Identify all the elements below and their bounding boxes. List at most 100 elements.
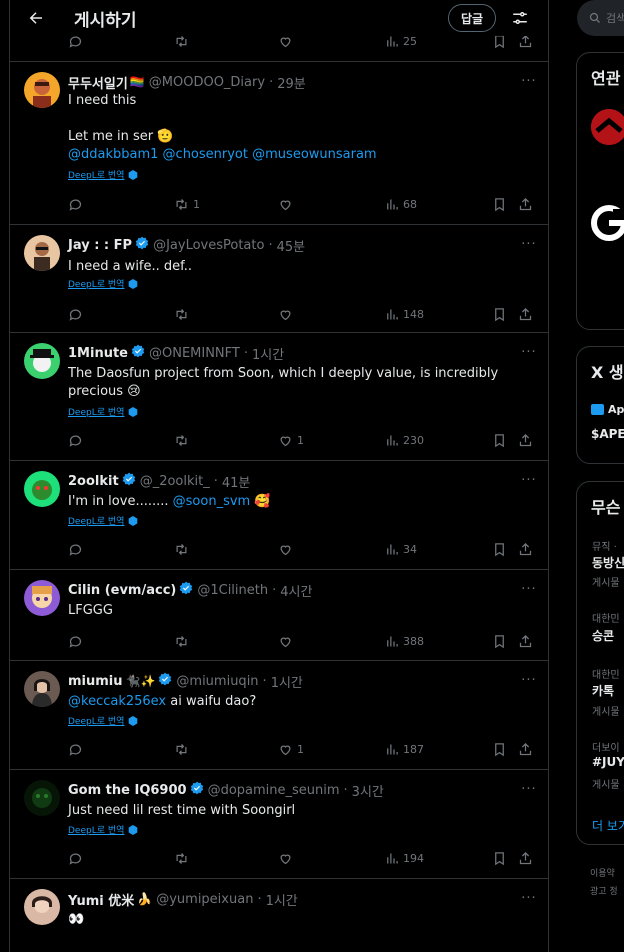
reply-icon[interactable] [68, 305, 83, 323]
more-options-icon[interactable]: ··· [520, 782, 538, 800]
share-icon[interactable] [518, 849, 533, 867]
x-item[interactable]: Ap [591, 403, 624, 416]
avatar[interactable] [24, 780, 60, 816]
share-icon[interactable] [518, 632, 533, 650]
more-options-icon[interactable]: ··· [520, 582, 538, 600]
like-icon[interactable] [278, 305, 293, 323]
footer-link[interactable]: 이용약 [590, 866, 615, 879]
display-name[interactable]: 2oolkit [68, 474, 119, 489]
translate-link[interactable]: DeepL로 번역 [68, 277, 138, 290]
timestamp[interactable]: 4시간 [280, 581, 312, 600]
translate-link[interactable]: DeepL로 번역 [68, 714, 138, 727]
handle[interactable]: @dopamine_seunim [208, 783, 340, 798]
reply-icon[interactable] [68, 632, 83, 650]
reply-icon[interactable] [68, 849, 83, 867]
tweet[interactable]: Yumi 优米 🍌 @yumipeixuan · 1시간 ··· 👀 [10, 879, 548, 952]
more-options-icon[interactable]: ··· [520, 237, 538, 255]
bookmark-icon[interactable] [492, 740, 507, 758]
translate-link[interactable]: DeepL로 번역 [68, 514, 138, 527]
more-options-icon[interactable]: ··· [520, 673, 538, 691]
more-options-icon[interactable]: ··· [520, 891, 538, 909]
views-stat[interactable]: 230 [384, 431, 424, 449]
views-stat[interactable]: 148 [384, 305, 424, 323]
search-input[interactable]: 검색 [577, 0, 624, 36]
timestamp[interactable]: 45분 [277, 236, 306, 255]
repost-icon[interactable] [174, 540, 189, 558]
like-button[interactable]: 1 [278, 431, 304, 449]
tweet[interactable]: Cilin (evm/acc) @1Cilineth · 4시간 ··· LFG… [10, 570, 548, 661]
translate-link[interactable]: DeepL로 번역 [68, 168, 138, 181]
x-item-ticker[interactable]: $APE [591, 427, 624, 441]
handle[interactable]: @miumiuqin [176, 674, 258, 689]
bookmark-icon[interactable] [492, 632, 507, 650]
repost-button[interactable]: 1 [174, 195, 200, 213]
timestamp[interactable]: 29분 [277, 73, 306, 92]
handle[interactable]: @ONEMINNFT [149, 346, 240, 361]
bookmark-icon[interactable] [492, 305, 507, 323]
timestamp[interactable]: 3시간 [352, 781, 384, 800]
like-icon[interactable] [278, 632, 293, 650]
mention-link[interactable]: @soon_svm [173, 494, 251, 509]
display-name[interactable]: 1Minute [68, 346, 128, 361]
trend-title[interactable]: 카톡 [592, 682, 614, 699]
tweet[interactable]: miumiu 🐈‍⬛✨ @miumiuqin · 1시간 ··· @keccak… [10, 661, 548, 770]
translate-link[interactable]: DeepL로 번역 [68, 405, 138, 418]
handle[interactable]: @MOODOO_Diary [149, 75, 265, 90]
repost-icon[interactable] [174, 740, 189, 758]
bookmark-icon[interactable] [492, 431, 507, 449]
reply-filter-button[interactable]: 답글 [448, 4, 497, 32]
reply-icon[interactable] [68, 195, 83, 213]
like-icon[interactable] [278, 540, 293, 558]
like-icon[interactable] [278, 195, 293, 213]
translate-link[interactable]: DeepL로 번역 [68, 823, 138, 836]
timestamp[interactable]: 1시간 [266, 890, 298, 909]
bookmark-icon[interactable] [492, 849, 507, 867]
more-options-icon[interactable]: ··· [520, 345, 538, 363]
display-name[interactable]: Cilin (evm/acc) [68, 583, 176, 598]
tweet[interactable]: 2oolkit @_2oolkit_ · 41분 ··· I'm in love… [10, 461, 548, 570]
like-button[interactable]: 1 [278, 740, 304, 758]
sliders-icon[interactable] [506, 4, 534, 32]
avatar[interactable] [24, 471, 60, 507]
back-arrow-icon[interactable] [22, 4, 50, 32]
views-stat[interactable]: 187 [384, 740, 424, 758]
handle[interactable]: @1Cilineth [197, 583, 268, 598]
avatar[interactable] [24, 72, 60, 108]
mention-link[interactable]: @keccak256ex [68, 694, 166, 709]
avatar[interactable] [591, 109, 624, 145]
handle[interactable]: @JayLovesPotato [153, 238, 264, 253]
bookmark-icon[interactable] [492, 540, 507, 558]
timestamp[interactable]: 1시간 [252, 344, 284, 363]
avatar[interactable] [24, 889, 60, 925]
display-name[interactable]: Yumi 优米 [68, 890, 134, 909]
handle[interactable]: @yumipeixuan [156, 892, 253, 907]
share-icon[interactable] [518, 305, 533, 323]
display-name[interactable]: Jay : : FP [68, 238, 132, 253]
repost-icon[interactable] [174, 431, 189, 449]
account-logo-icon[interactable] [591, 205, 624, 241]
mention-link[interactable]: @ddakbbam1 [68, 147, 158, 162]
mention-link[interactable]: @museowunsaram [252, 147, 376, 162]
more-options-icon[interactable]: ··· [520, 74, 538, 92]
timestamp[interactable]: 41분 [222, 472, 251, 491]
trend-title[interactable]: 동방신 [592, 554, 624, 571]
avatar[interactable] [24, 671, 60, 707]
bookmark-icon[interactable] [492, 195, 507, 213]
tweet[interactable]: Jay : : FP @JayLovesPotato · 45분 ··· I n… [10, 225, 548, 333]
reply-icon[interactable] [68, 431, 83, 449]
tweet[interactable]: Gom the IQ6900 @dopamine_seunim · 3시간 ··… [10, 770, 548, 879]
more-options-icon[interactable]: ··· [520, 473, 538, 491]
avatar[interactable] [24, 580, 60, 616]
footer-link[interactable]: 광고 정 [590, 884, 618, 897]
reply-icon[interactable] [68, 540, 83, 558]
tweet[interactable]: 1Minute @ONEMINNFT · 1시간 ··· The Daosfun… [10, 333, 548, 461]
views-stat[interactable]: 68 [384, 195, 417, 213]
trend-title[interactable]: #JUY [592, 755, 624, 769]
views-stat[interactable]: 194 [384, 849, 424, 867]
mention-link[interactable]: @chosenryot [163, 147, 248, 162]
tweet[interactable]: 무두서일기 🏳️‍🌈 @MOODOO_Diary · 29분 ··· I nee… [10, 62, 548, 225]
avatar[interactable] [24, 235, 60, 271]
share-icon[interactable] [518, 540, 533, 558]
display-name[interactable]: miumiu [68, 674, 123, 689]
repost-icon[interactable] [174, 305, 189, 323]
